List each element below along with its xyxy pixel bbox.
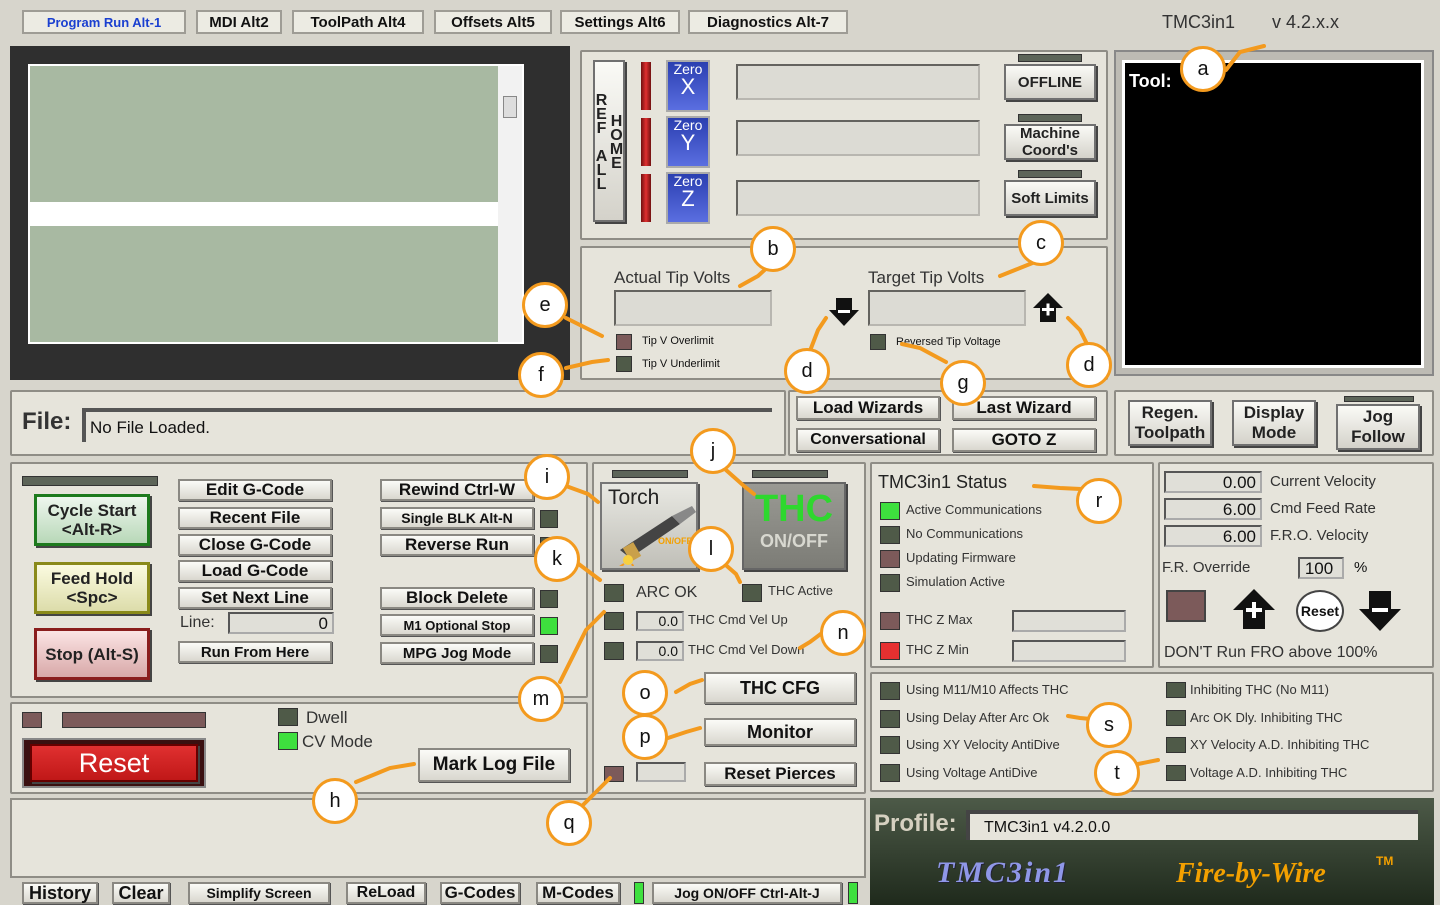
callout-g: g bbox=[940, 360, 986, 406]
callout-f: f bbox=[518, 352, 564, 398]
callout-h: h bbox=[312, 778, 358, 824]
callout-k: k bbox=[534, 536, 580, 582]
callout-a: a bbox=[1180, 46, 1226, 92]
callout-s: s bbox=[1086, 702, 1132, 748]
callout-o: o bbox=[622, 670, 668, 716]
callout-c: c bbox=[1018, 220, 1064, 266]
callout-i: i bbox=[524, 454, 570, 500]
callout-n: n bbox=[820, 610, 866, 656]
callout-t: t bbox=[1094, 750, 1140, 796]
callout-q: q bbox=[546, 800, 592, 846]
callout-d-left: d bbox=[784, 348, 830, 394]
callout-j: j bbox=[690, 428, 736, 474]
callout-b: b bbox=[750, 226, 796, 272]
callout-m: m bbox=[518, 676, 564, 722]
callout-r: r bbox=[1076, 478, 1122, 524]
callout-l: l bbox=[688, 526, 734, 572]
callout-e: e bbox=[522, 282, 568, 328]
callout-d-right: d bbox=[1066, 342, 1112, 388]
callout-p: p bbox=[622, 714, 668, 760]
